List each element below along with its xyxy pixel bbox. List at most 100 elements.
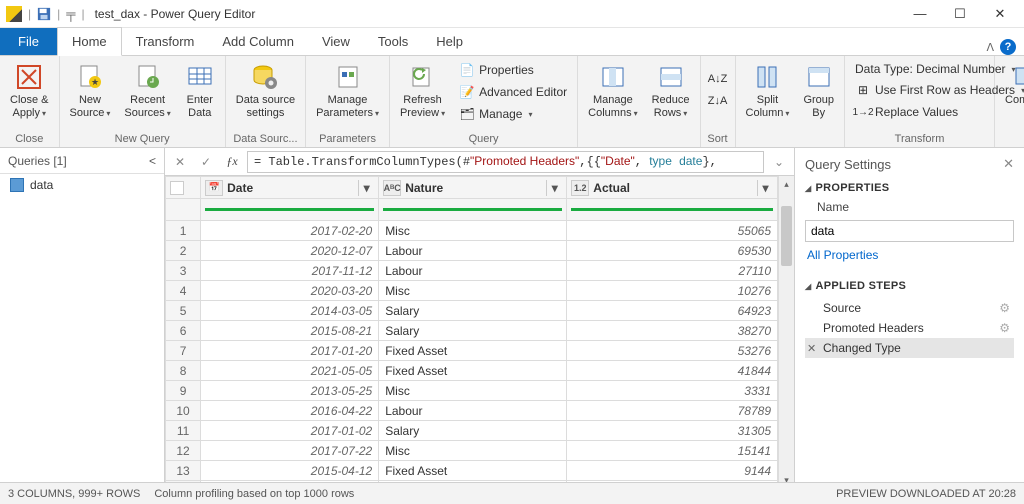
query-name-input[interactable] <box>805 220 1014 242</box>
tab-tools[interactable]: Tools <box>364 28 422 55</box>
collapse-ribbon-icon[interactable]: ᐱ <box>986 41 994 54</box>
cell-nature[interactable]: Salary <box>379 301 567 321</box>
cell-nature[interactable]: Salary <box>379 421 567 441</box>
close-window-button[interactable]: ✕ <box>982 2 1018 26</box>
cell-nature[interactable]: Misc <box>379 441 567 461</box>
cell-date[interactable]: 2017-01-20 <box>201 341 379 361</box>
data-source-settings-button[interactable]: Data sourcesettings <box>232 60 299 121</box>
cell-date[interactable]: 2017-01-02 <box>201 421 379 441</box>
tab-file[interactable]: File <box>0 28 57 55</box>
cell-nature[interactable]: Salary <box>379 321 567 341</box>
tab-add-column[interactable]: Add Column <box>208 28 308 55</box>
split-column-button[interactable]: SplitColumn▾ <box>742 60 794 121</box>
row-selector-header[interactable] <box>166 177 201 199</box>
table-row[interactable]: 112017-01-02Salary31305 <box>166 421 778 441</box>
recent-sources-button[interactable]: RecentSources▾ <box>120 60 174 121</box>
tab-transform[interactable]: Transform <box>122 28 209 55</box>
cell-actual[interactable]: 10276 <box>567 281 778 301</box>
cell-date[interactable]: 2015-08-21 <box>201 321 379 341</box>
row-number[interactable]: 8 <box>166 361 201 381</box>
cell-actual[interactable]: 53276 <box>567 341 778 361</box>
cell-nature[interactable]: Fixed Asset <box>379 461 567 481</box>
cell-nature[interactable]: Misc <box>379 381 567 401</box>
save-icon[interactable] <box>37 7 51 21</box>
row-number[interactable]: 7 <box>166 341 201 361</box>
cell-actual[interactable]: 9144 <box>567 461 778 481</box>
properties-section[interactable]: PROPERTIES <box>805 182 1014 194</box>
data-grid[interactable]: 📅Date▾ AᴮCNature▾ 1.2Actual▾ 12017-02-20… <box>165 176 778 488</box>
all-properties-link[interactable]: All Properties <box>805 248 1014 262</box>
minimize-button[interactable]: — <box>902 2 938 26</box>
applied-step[interactable]: ✕Changed Type <box>805 338 1014 358</box>
cell-actual[interactable]: 64923 <box>567 301 778 321</box>
fx-icon[interactable]: ƒx <box>221 151 243 173</box>
row-number[interactable]: 13 <box>166 461 201 481</box>
sort-asc-button[interactable]: A↓Z <box>707 68 729 90</box>
step-gear-icon[interactable]: ⚙ <box>999 321 1010 335</box>
cell-nature[interactable]: Labour <box>379 261 567 281</box>
sort-desc-button[interactable]: Z↓A <box>707 90 729 112</box>
cell-date[interactable]: 2017-07-22 <box>201 441 379 461</box>
row-number[interactable]: 5 <box>166 301 201 321</box>
type-decimal-icon[interactable]: 1.2 <box>571 180 589 196</box>
cell-actual[interactable]: 69530 <box>567 241 778 261</box>
formula-cancel-icon[interactable]: ✕ <box>169 151 191 173</box>
table-row[interactable]: 62015-08-21Salary38270 <box>166 321 778 341</box>
type-date-icon[interactable]: 📅 <box>205 180 223 196</box>
cell-date[interactable]: 2020-03-20 <box>201 281 379 301</box>
cell-date[interactable]: 2013-05-25 <box>201 381 379 401</box>
row-number[interactable]: 1 <box>166 221 201 241</box>
step-gear-icon[interactable]: ⚙ <box>999 301 1010 315</box>
enter-data-button[interactable]: EnterData <box>181 60 219 121</box>
group-by-button[interactable]: GroupBy <box>799 60 838 121</box>
row-number[interactable]: 9 <box>166 381 201 401</box>
row-number[interactable]: 4 <box>166 281 201 301</box>
cell-actual[interactable]: 41844 <box>567 361 778 381</box>
applied-steps-section[interactable]: APPLIED STEPS <box>805 280 1014 292</box>
table-row[interactable]: 102016-04-22Labour78789 <box>166 401 778 421</box>
cell-actual[interactable]: 15141 <box>567 441 778 461</box>
refresh-preview-button[interactable]: RefreshPreview▾ <box>396 60 449 121</box>
formula-input[interactable]: = Table.TransformColumnTypes(#"Promoted … <box>247 151 764 173</box>
collapse-queries-icon[interactable]: < <box>149 154 156 168</box>
row-number[interactable]: 3 <box>166 261 201 281</box>
table-row[interactable]: 52014-03-05Salary64923 <box>166 301 778 321</box>
row-number[interactable]: 2 <box>166 241 201 261</box>
cell-nature[interactable]: Labour <box>379 401 567 421</box>
cell-date[interactable]: 2014-03-05 <box>201 301 379 321</box>
cell-nature[interactable]: Misc <box>379 281 567 301</box>
formula-expand-icon[interactable]: ⌄ <box>768 151 790 173</box>
cell-date[interactable]: 2017-02-20 <box>201 221 379 241</box>
column-header-actual[interactable]: 1.2Actual▾ <box>567 177 778 199</box>
table-row[interactable]: 22020-12-07Labour69530 <box>166 241 778 261</box>
column-filter-nature[interactable]: ▾ <box>546 180 562 196</box>
manage-columns-button[interactable]: ManageColumns▾ <box>584 60 641 121</box>
row-number[interactable]: 11 <box>166 421 201 441</box>
table-row[interactable]: 72017-01-20Fixed Asset53276 <box>166 341 778 361</box>
cell-date[interactable]: 2021-05-05 <box>201 361 379 381</box>
table-row[interactable]: 132015-04-12Fixed Asset9144 <box>166 461 778 481</box>
table-row[interactable]: 12017-02-20Misc55065 <box>166 221 778 241</box>
cell-actual[interactable]: 78789 <box>567 401 778 421</box>
advanced-editor-button[interactable]: 📝Advanced Editor <box>455 82 571 102</box>
cell-date[interactable]: 2016-04-22 <box>201 401 379 421</box>
tab-view[interactable]: View <box>308 28 364 55</box>
manage-query-button[interactable]: 🗂Manage▾ <box>455 104 571 124</box>
applied-step[interactable]: ✕Source⚙ <box>805 298 1014 318</box>
cell-actual[interactable]: 3331 <box>567 381 778 401</box>
close-apply-button[interactable]: Close &Apply▾ <box>6 60 53 121</box>
tab-home[interactable]: Home <box>57 27 122 56</box>
close-settings-icon[interactable]: ✕ <box>1003 156 1014 172</box>
row-number[interactable]: 12 <box>166 441 201 461</box>
column-header-date[interactable]: 📅Date▾ <box>201 177 379 199</box>
table-row[interactable]: 32017-11-12Labour27110 <box>166 261 778 281</box>
row-number[interactable]: 10 <box>166 401 201 421</box>
table-row[interactable]: 42020-03-20Misc10276 <box>166 281 778 301</box>
table-row[interactable]: 82021-05-05Fixed Asset41844 <box>166 361 778 381</box>
row-number[interactable]: 6 <box>166 321 201 341</box>
cell-nature[interactable]: Misc <box>379 221 567 241</box>
column-filter-actual[interactable]: ▾ <box>757 180 773 196</box>
column-filter-date[interactable]: ▾ <box>358 180 374 196</box>
cell-date[interactable]: 2015-04-12 <box>201 461 379 481</box>
table-row[interactable]: 92013-05-25Misc3331 <box>166 381 778 401</box>
